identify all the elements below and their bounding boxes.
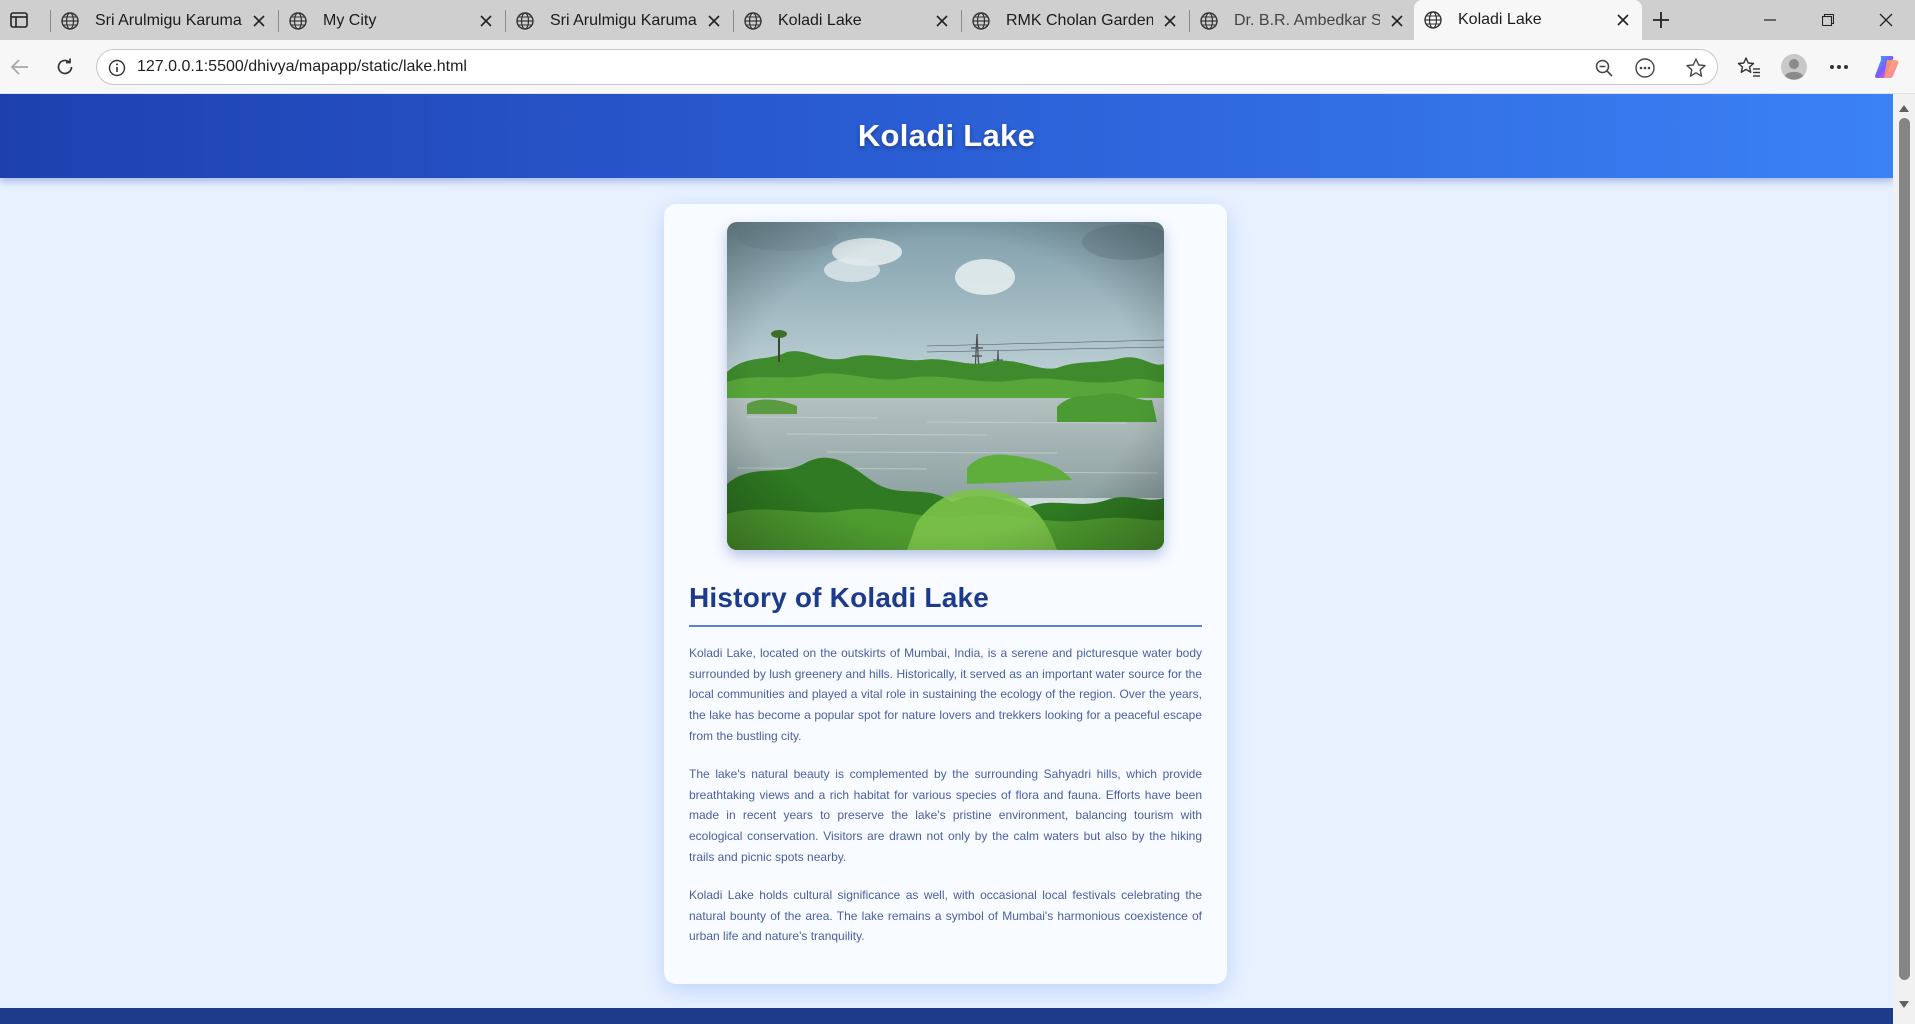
browser-tab[interactable]: Dr. B.R. Ambedkar Stat (1190, 2, 1416, 40)
info-icon[interactable] (105, 56, 129, 80)
globe-icon (970, 10, 992, 32)
settings-menu-icon[interactable] (1824, 52, 1854, 82)
scroll-up-arrow-icon[interactable] (1898, 102, 1910, 114)
favorites-icon[interactable] (1734, 52, 1764, 82)
globe-icon (1422, 9, 1444, 31)
new-tab-button[interactable] (1648, 8, 1674, 32)
tab-title: Sri Arulmigu Karumari (550, 12, 697, 29)
tab-strip: Sri Arulmigu Karumari My City Sri Arulmi… (0, 0, 1915, 40)
tab-title: Koladi Lake (778, 12, 862, 29)
refresh-button[interactable] (50, 52, 80, 82)
globe-icon (514, 10, 536, 32)
globe-icon (59, 10, 81, 32)
lake-photo (727, 222, 1164, 550)
section-heading: History of Koladi Lake (689, 582, 990, 613)
globe-icon (742, 10, 764, 32)
tab-title: My City (323, 12, 377, 29)
close-icon[interactable] (1159, 10, 1181, 32)
scroll-down-arrow-icon[interactable] (1898, 998, 1910, 1010)
address-bar[interactable]: 127.0.0.1:5500/dhivya/mapapp/static/lake… (96, 49, 1718, 85)
page-title: Koladi Lake (857, 118, 1036, 153)
minimize-button[interactable] (1748, 6, 1792, 34)
history-paragraph: The lake's natural beauty is complemente… (689, 767, 1202, 864)
browser-tab[interactable]: My City (279, 2, 505, 40)
close-icon[interactable] (475, 10, 497, 32)
restore-button[interactable] (1806, 6, 1850, 34)
close-icon[interactable] (703, 10, 725, 32)
footer-bar (0, 1008, 1893, 1024)
close-icon[interactable] (1386, 10, 1408, 32)
globe-icon (287, 10, 309, 32)
browser-tab-active[interactable]: Koladi Lake (1414, 0, 1642, 40)
tab-title: Dr. B.R. Ambedkar Stat (1234, 12, 1380, 29)
browser-tab[interactable]: Sri Arulmigu Karumari (506, 2, 733, 40)
history-paragraph: Koladi Lake holds cultural significance … (689, 888, 1202, 944)
tab-actions-icon[interactable] (6, 8, 32, 32)
back-button[interactable] (5, 52, 35, 82)
content-card: History of Koladi Lake Koladi Lake, loca… (664, 204, 1227, 984)
tab-title: Sri Arulmigu Karumari (95, 12, 242, 29)
browser-tab[interactable]: RMK Cholan Garden (962, 2, 1189, 40)
close-icon[interactable] (1612, 9, 1634, 31)
history-paragraph: Koladi Lake, located on the outskirts of… (689, 646, 1202, 743)
browser-tab[interactable]: Koladi Lake (734, 2, 961, 40)
tab-title: Koladi Lake (1458, 11, 1542, 28)
profile-avatar[interactable] (1779, 52, 1809, 82)
page-viewport: Koladi Lake History of Koladi Lake Kolad… (0, 94, 1893, 1024)
more-options-icon[interactable] (1632, 55, 1658, 81)
star-icon[interactable] (1683, 55, 1709, 81)
close-window-button[interactable] (1864, 6, 1908, 34)
url-text[interactable]: 127.0.0.1:5500/dhivya/mapapp/static/lake… (137, 58, 467, 76)
close-icon[interactable] (931, 10, 953, 32)
browser-tab[interactable]: Sri Arulmigu Karumari (51, 2, 278, 40)
vertical-scrollbar[interactable] (1893, 94, 1915, 1024)
site-header: Koladi Lake (0, 94, 1893, 178)
scrollbar-thumb[interactable] (1899, 118, 1910, 980)
close-icon[interactable] (248, 10, 270, 32)
browser-toolbar: 127.0.0.1:5500/dhivya/mapapp/static/lake… (0, 40, 1915, 94)
copilot-icon[interactable] (1872, 52, 1902, 82)
zoom-out-icon[interactable] (1591, 55, 1617, 81)
globe-icon (1198, 10, 1220, 32)
tab-title: RMK Cholan Garden (1006, 12, 1153, 29)
heading-divider (689, 625, 1202, 627)
